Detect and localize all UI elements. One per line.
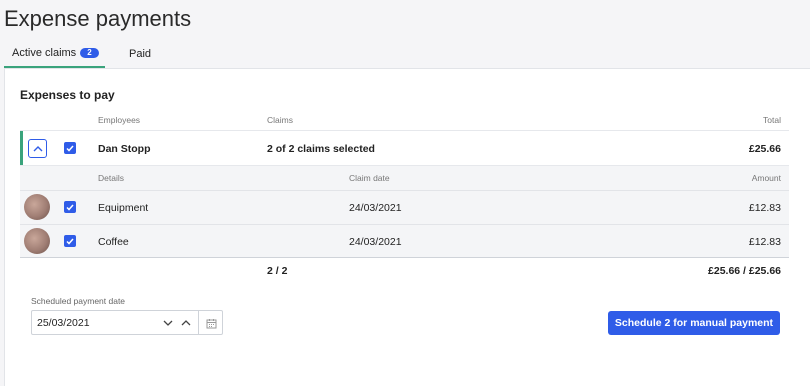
date-decrement-button[interactable] — [160, 315, 176, 331]
column-header-claim-date: Claim date — [349, 173, 390, 183]
page-title: Expense payments — [4, 6, 192, 31]
claim-checkbox[interactable] — [64, 235, 76, 247]
employee-total: £25.66 — [748, 143, 781, 155]
chevron-up-icon — [181, 320, 191, 326]
scheduled-date-field — [31, 310, 223, 335]
selected-row-indicator — [20, 131, 23, 165]
claim-amount: £12.83 — [748, 202, 781, 214]
tab-label: Active claims — [12, 47, 77, 59]
claim-amount: £12.83 — [748, 236, 781, 248]
column-header-details: Details — [98, 173, 124, 183]
section-title: Expenses to pay — [20, 88, 115, 102]
scheduled-date-label: Scheduled payment date — [31, 296, 126, 306]
employee-name: Dan Stopp — [98, 143, 151, 155]
calendar-button[interactable] — [203, 315, 219, 331]
column-header-claims: Claims — [267, 115, 293, 125]
detail-header-row: Details Claim date Amount — [20, 166, 789, 190]
calendar-icon — [206, 318, 216, 328]
check-icon — [66, 145, 74, 152]
column-header-total: Total — [763, 115, 781, 125]
schedule-payment-button[interactable]: Schedule 2 for manual payment — [608, 311, 780, 335]
claims-selected: 2 of 2 claims selected — [267, 143, 375, 155]
tab-active-claims[interactable]: Active claims 2 — [4, 40, 105, 68]
claim-checkbox[interactable] — [64, 201, 76, 213]
column-header-employees: Employees — [98, 115, 141, 125]
date-increment-button[interactable] — [178, 315, 194, 331]
avatar — [24, 194, 50, 220]
column-header-amount: Amount — [751, 173, 781, 183]
tab-count-badge: 2 — [80, 48, 99, 58]
selected-total: £25.66 / £25.66 — [708, 265, 781, 277]
claim-detail: Equipment — [98, 202, 149, 214]
chevron-up-icon — [33, 145, 42, 151]
claim-row[interactable]: Equipment 24/03/2021 £12.83 — [20, 190, 789, 224]
avatar — [24, 228, 50, 254]
totals-row: 2 / 2 £25.66 / £25.66 — [20, 260, 789, 282]
chevron-down-icon — [163, 320, 173, 326]
tab-paid[interactable]: Paid — [129, 40, 151, 68]
collapse-button[interactable] — [28, 139, 47, 158]
employee-checkbox[interactable] — [64, 142, 76, 154]
claim-date: 24/03/2021 — [349, 202, 402, 214]
claim-detail: Coffee — [98, 236, 129, 248]
check-icon — [66, 238, 74, 245]
claim-row[interactable]: Coffee 24/03/2021 £12.83 — [20, 224, 789, 258]
employee-row[interactable]: Dan Stopp 2 of 2 claims selected £25.66 — [20, 130, 789, 166]
claim-date: 24/03/2021 — [349, 236, 402, 248]
divider — [198, 311, 199, 334]
check-icon — [66, 204, 74, 211]
selected-count: 2 / 2 — [267, 265, 288, 277]
tabs: Active claims 2 Paid — [0, 40, 810, 68]
tab-label: Paid — [129, 48, 152, 60]
scheduled-date-input[interactable] — [32, 311, 152, 334]
